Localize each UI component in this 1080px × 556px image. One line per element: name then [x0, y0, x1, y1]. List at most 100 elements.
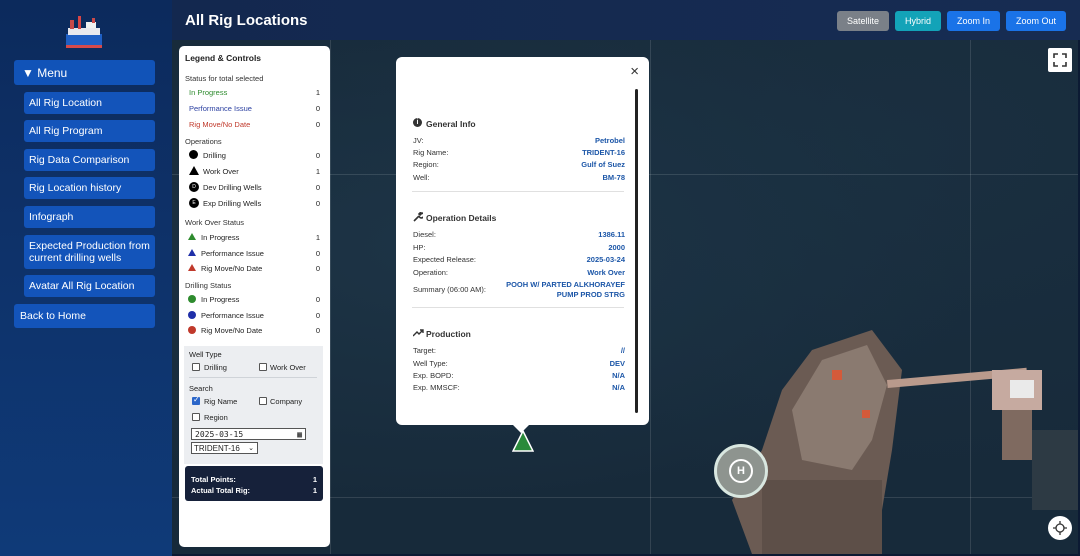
- search-rig-name-checkbox[interactable]: [192, 395, 200, 405]
- back-to-home-button[interactable]: Back to Home: [14, 304, 155, 328]
- status-performance-label: Performance Issue: [189, 104, 252, 113]
- well-type-drilling-checkbox[interactable]: [192, 363, 200, 371]
- map-gridline: [650, 40, 651, 554]
- well-type-drilling-label: Drilling: [204, 363, 227, 372]
- offshore-platform-image: [732, 330, 1078, 554]
- header: All Rig Locations Satellite Hybrid Zoom …: [172, 0, 1080, 40]
- dr-performance-label: Performance Issue: [201, 311, 264, 320]
- recenter-button[interactable]: [1048, 516, 1072, 540]
- drilling-red-dot-icon: [188, 326, 196, 334]
- well-type-label: Well Type:: [413, 359, 448, 368]
- wo-rig-move-count: 0: [315, 264, 320, 273]
- workover-green-triangle-icon: [188, 233, 196, 240]
- drilling-section-title: Drilling Status: [185, 281, 232, 290]
- rig-logo-icon: [66, 16, 102, 48]
- menu-toggle-button[interactable]: ▼ Menu: [14, 60, 155, 85]
- dr-in-progress-count: 0: [315, 295, 320, 304]
- popup-scrollbar[interactable]: [635, 89, 638, 413]
- search-region-label: Region: [204, 413, 228, 422]
- zoom-out-button[interactable]: Zoom Out: [1006, 11, 1066, 31]
- workover-section-title: Work Over Status: [185, 218, 245, 227]
- operations-section-title: Operations: [185, 137, 222, 146]
- diesel-value: 1386.11: [598, 230, 625, 239]
- expected-release-value: 2025-03-24: [586, 255, 625, 264]
- drilling-blue-dot-icon: [188, 311, 196, 319]
- exp-bopd-label: Exp. BOPD:: [413, 371, 454, 380]
- rig-select-value: TRIDENT-16: [194, 444, 240, 453]
- status-in-progress-label: In Progress: [189, 88, 228, 97]
- jv-value: Petrobel: [594, 136, 625, 145]
- fullscreen-icon: [1053, 53, 1067, 67]
- summary-value-line1: POOH W/ PARTED ALKHORAYEF: [506, 280, 625, 289]
- op-drilling-label: Drilling: [203, 151, 226, 160]
- well-label: Well:: [413, 173, 430, 182]
- region-label: Region:: [413, 160, 439, 169]
- sidebar-item-all-rig-location[interactable]: All Rig Location: [24, 92, 155, 114]
- operation-value: Work Over: [587, 268, 625, 277]
- well-value: BM-78: [602, 173, 625, 182]
- op-drilling-count: 0: [315, 151, 320, 160]
- search-company-label: Company: [270, 397, 303, 406]
- calendar-icon[interactable]: ▦: [297, 429, 302, 440]
- divider: [189, 377, 317, 378]
- date-input[interactable]: 2025-03-15 ▦: [191, 428, 306, 440]
- page-title: All Rig Locations: [185, 12, 308, 29]
- sidebar-item-infograph[interactable]: Infograph: [24, 206, 155, 228]
- wo-performance-count: 0: [315, 249, 320, 258]
- wrench-icon: [413, 212, 423, 222]
- workover-blue-triangle-icon: [188, 249, 196, 256]
- status-performance-count: 0: [315, 104, 320, 113]
- search-region-checkbox[interactable]: [192, 413, 200, 421]
- wo-rig-move-label: Rig Move/No Date: [201, 264, 263, 273]
- search-rig-name-label: Rig Name: [204, 397, 238, 406]
- summary-value-line2: PUMP PROD STRG: [556, 290, 625, 299]
- sidebar-item-rig-data-comparison[interactable]: Rig Data Comparison: [24, 149, 155, 171]
- search-title: Search: [189, 384, 213, 393]
- rig-name-value: TRIDENT-16: [582, 148, 625, 157]
- sidebar-item-avatar-all-rig-location[interactable]: Avatar All Rig Location: [24, 275, 155, 297]
- target-label: Target:: [413, 346, 436, 355]
- sidebar-item-rig-location-history[interactable]: Rig Location history: [24, 177, 155, 199]
- legend-panel: Legend & Controls Status for total selec…: [179, 46, 330, 547]
- divider: [412, 307, 624, 308]
- op-exp-drilling-count: 0: [315, 199, 320, 208]
- drilling-green-dot-icon: [188, 295, 196, 303]
- drilling-circle-icon: [189, 150, 198, 159]
- exp-drilling-icon: E: [189, 198, 199, 208]
- hybrid-button[interactable]: Hybrid: [895, 11, 941, 31]
- dev-drilling-icon: D: [189, 182, 199, 192]
- rig-marker-workover-icon[interactable]: [512, 430, 534, 452]
- total-points-value: 1: [312, 475, 317, 484]
- hp-label: HP:: [413, 243, 426, 252]
- search-company-checkbox[interactable]: [259, 397, 267, 405]
- divider: [412, 191, 624, 192]
- summary-label: Summary (06:00 AM):: [413, 285, 486, 294]
- exp-mmscf-label: Exp. MMSCF:: [413, 383, 460, 392]
- filter-box: Well Type Drilling Work Over Search Rig …: [184, 346, 323, 464]
- jv-label: JV:: [413, 136, 424, 145]
- sidebar-item-expected-production[interactable]: Expected Production from current drillin…: [24, 235, 155, 269]
- operation-label: Operation:: [413, 268, 449, 277]
- op-workover-label: Work Over: [203, 167, 239, 176]
- op-workover-count: 1: [315, 167, 320, 176]
- dr-rig-move-count: 0: [315, 326, 320, 335]
- info-icon: i: [413, 118, 422, 127]
- dr-rig-move-label: Rig Move/No Date: [201, 326, 263, 335]
- helipad-letter: H: [729, 459, 753, 483]
- well-type-workover-checkbox[interactable]: [259, 363, 267, 371]
- zoom-in-button[interactable]: Zoom In: [947, 11, 1000, 31]
- hp-value: 2000: [608, 243, 625, 252]
- wo-performance-label: Performance Issue: [201, 249, 264, 258]
- rig-select[interactable]: TRIDENT-16 ⌄: [191, 442, 258, 454]
- close-icon[interactable]: ×: [630, 63, 639, 80]
- legend-title: Legend & Controls: [185, 53, 262, 63]
- sidebar-item-all-rig-program[interactable]: All Rig Program: [24, 120, 155, 142]
- op-exp-drilling-label: Exp Drilling Wells: [203, 199, 262, 208]
- fullscreen-button[interactable]: [1048, 48, 1072, 72]
- well-type-title: Well Type: [189, 350, 222, 359]
- rig-name-label: Rig Name:: [413, 148, 449, 157]
- satellite-button[interactable]: Satellite: [837, 11, 889, 31]
- target-value: //: [620, 346, 625, 355]
- exp-bopd-value: N/A: [612, 371, 625, 380]
- op-dev-drilling-label: Dev Drilling Wells: [203, 183, 262, 192]
